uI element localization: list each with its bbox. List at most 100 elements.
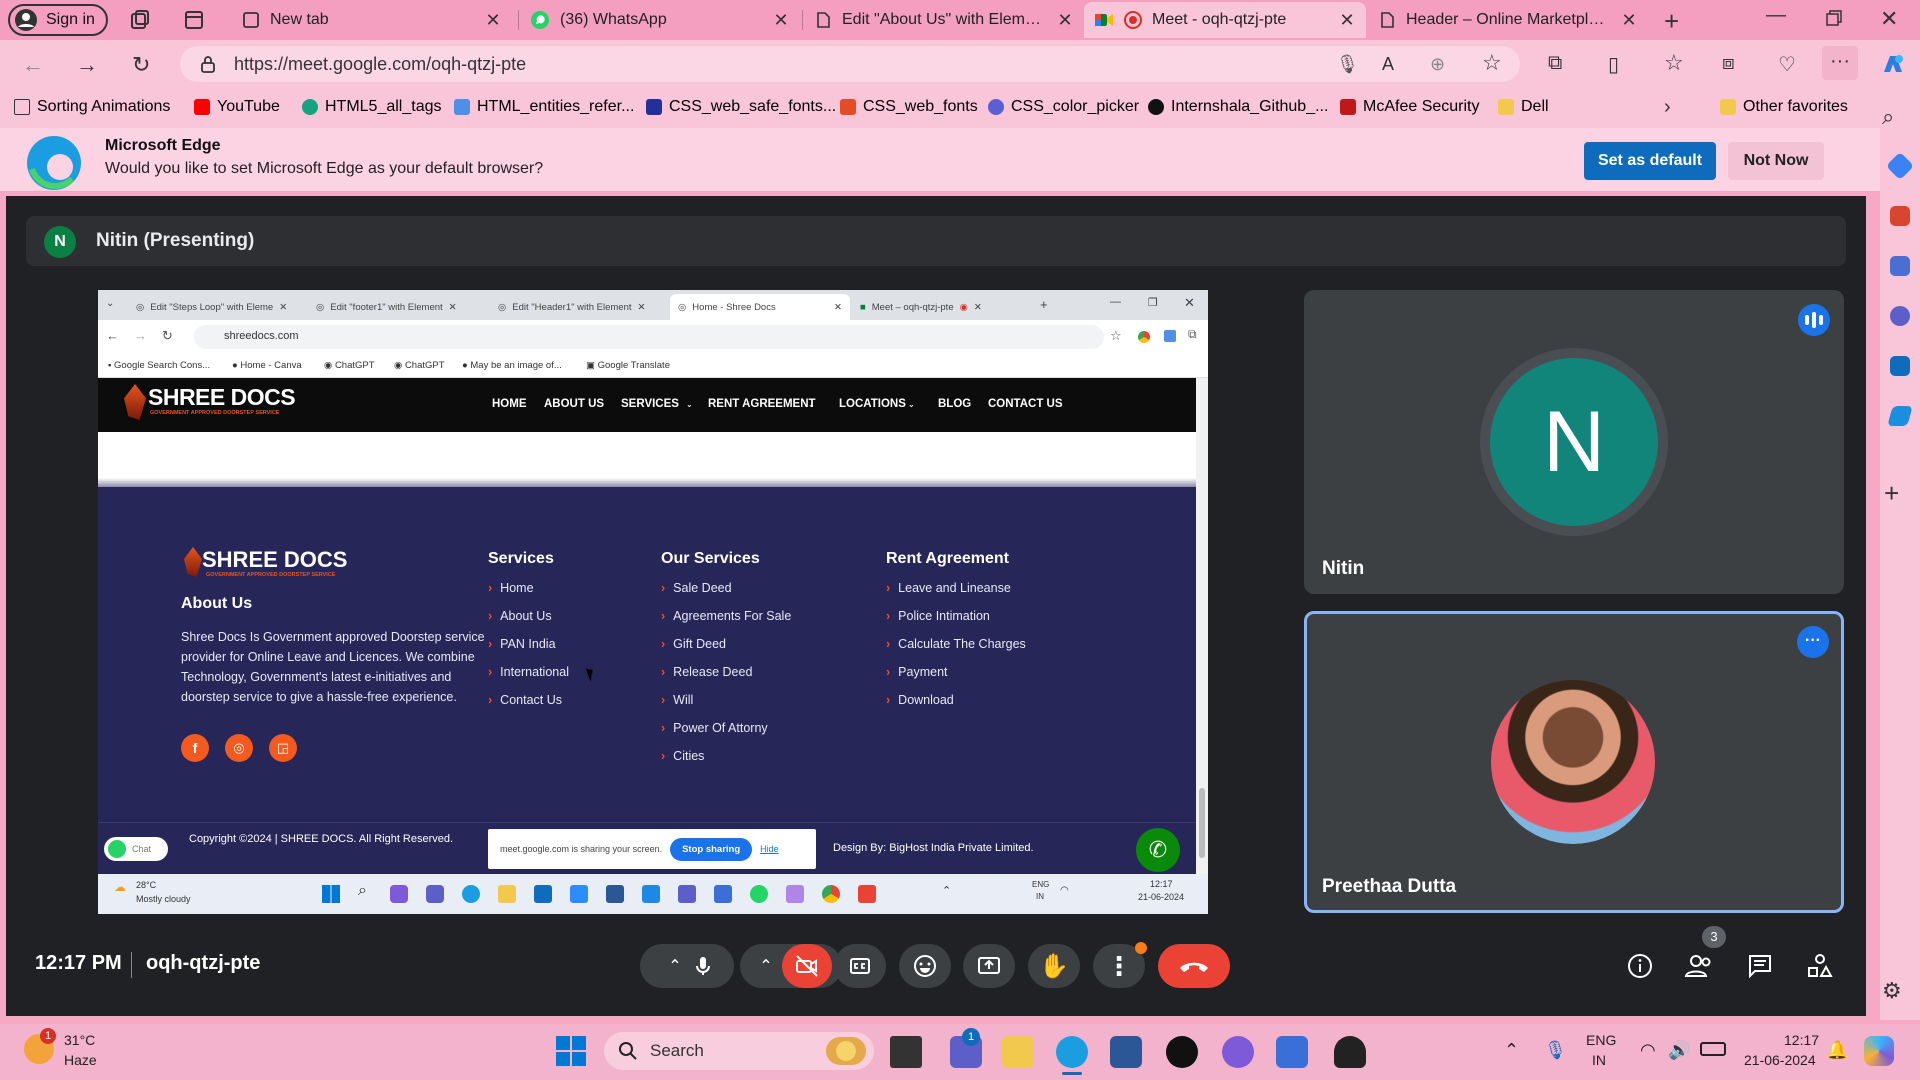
back-arrow-icon[interactable]: ←: [22, 52, 44, 78]
tab-new-tab[interactable]: New tab ✕: [232, 2, 512, 38]
meeting-info-icon[interactable]: [1626, 952, 1654, 980]
github-icon: [1148, 99, 1164, 115]
footer-link: Police Intimation: [886, 609, 990, 623]
favorite-css-color-picker[interactable]: CSS_color_picker: [988, 98, 1139, 116]
file-explorer-icon[interactable]: [1002, 1036, 1034, 1068]
favorite-css-safe-fonts[interactable]: CSS_web_safe_fonts...: [646, 98, 836, 116]
people-icon[interactable]: [1684, 952, 1714, 980]
not-now-button[interactable]: Not Now: [1728, 142, 1824, 180]
battery-icon[interactable]: [1700, 1042, 1726, 1056]
lock-icon: [200, 55, 216, 73]
copilot-taskbar-icon[interactable]: [1222, 1036, 1254, 1068]
clock-time[interactable]: 12:17: [1784, 1032, 1819, 1048]
more-options-icon[interactable]: ···: [1797, 626, 1829, 658]
other-favorites[interactable]: Other favorites: [1720, 98, 1848, 116]
sidebar-outlook-icon[interactable]: [1890, 356, 1910, 376]
favorite-youtube[interactable]: YouTube: [194, 98, 280, 116]
camera-off-icon[interactable]: [782, 944, 832, 988]
present-button[interactable]: [963, 944, 1015, 988]
forward-arrow-icon[interactable]: →: [76, 52, 98, 78]
read-aloud-icon[interactable]: A: [1382, 54, 1394, 75]
set-as-default-button[interactable]: Set as default: [1584, 142, 1716, 180]
new-tab-plus-icon[interactable]: +: [1664, 6, 1679, 37]
app-available-icon[interactable]: ⊕: [1430, 54, 1445, 75]
tab-elementor[interactable]: Edit "About Us" with Elementor ✕: [804, 2, 1084, 38]
windows-start-icon[interactable]: [556, 1036, 586, 1066]
restore-icon[interactable]: [1826, 10, 1842, 26]
chevron-down-icon: ⌄: [686, 400, 693, 409]
microphone-tray-icon[interactable]: 🎙: [1544, 1040, 1567, 1061]
calculator-taskbar-icon[interactable]: [1276, 1036, 1308, 1068]
favorite-mcafee[interactable]: McAfee Security: [1340, 98, 1479, 116]
favorite-sorting-animations[interactable]: Sorting Animations: [14, 98, 170, 116]
chrome-extension-icon: [1138, 331, 1150, 343]
favorite-html5-tags[interactable]: HTML5_all_tags: [302, 98, 442, 116]
wifi-icon[interactable]: ◠: [1640, 1040, 1656, 1061]
sidebar-add-icon[interactable]: +: [1884, 478, 1899, 509]
url-bar[interactable]: https://meet.google.com/oqh-qtzj-pte: [180, 46, 1520, 82]
close-icon[interactable]: ✕: [1056, 10, 1074, 31]
copilot-tray-icon[interactable]: [1864, 1036, 1894, 1066]
task-view-icon[interactable]: [890, 1036, 922, 1068]
sidebar-games-icon[interactable]: [1890, 256, 1910, 276]
shared-tab: ■ Meet – oqh-qtzj-pte ◉ ✕: [860, 301, 982, 313]
close-icon[interactable]: ✕: [1338, 10, 1356, 31]
edge-taskbar-icon[interactable]: [1056, 1036, 1088, 1068]
favorites-icon[interactable]: ☆: [1664, 50, 1684, 76]
close-icon[interactable]: ✕: [484, 10, 502, 31]
raise-hand-button[interactable]: ✋: [1028, 944, 1080, 988]
chevron-up-icon[interactable]: ⌃: [750, 956, 782, 976]
tab-title: (36) WhatsApp: [560, 11, 667, 28]
favorite-folder-dell[interactable]: Dell: [1498, 98, 1549, 116]
alien-app-icon[interactable]: [1334, 1036, 1366, 1068]
chevron-right-icon[interactable]: ›: [1664, 96, 1671, 119]
minimize-icon[interactable]: —: [1766, 4, 1786, 27]
taskbar-search[interactable]: Search: [604, 1032, 874, 1070]
tab-header-marketplace[interactable]: Header – Online Marketplace ✕: [1368, 2, 1648, 38]
close-icon[interactable]: ✕: [1620, 10, 1638, 31]
microphone-icon[interactable]: [691, 954, 715, 978]
clock-date[interactable]: 21-06-2024: [1744, 1052, 1816, 1068]
dell-icon[interactable]: [1166, 1036, 1198, 1068]
tab-meet[interactable]: Meet - oqh-qtzj-pte ✕: [1084, 2, 1366, 38]
lang-label[interactable]: ENG: [1586, 1032, 1616, 1048]
region-label[interactable]: IN: [1592, 1052, 1606, 1068]
sign-in-button[interactable]: Sign in: [8, 4, 108, 36]
browser-essentials-icon[interactable]: ♡: [1778, 52, 1796, 77]
split-screen-icon[interactable]: ▯: [1608, 52, 1619, 77]
sidebar-search-icon[interactable]: ⌕: [1882, 104, 1894, 130]
extensions-icon[interactable]: ⧉: [1548, 52, 1562, 75]
chevron-up-icon[interactable]: ⌃: [659, 956, 691, 976]
favorite-internshala-github[interactable]: Internshala_Github_...: [1148, 98, 1328, 116]
sidebar-settings-gear-icon[interactable]: ⚙: [1882, 978, 1902, 1004]
leave-call-button[interactable]: [1158, 944, 1230, 988]
recording-icon: [1124, 11, 1142, 29]
reactions-button[interactable]: [899, 944, 951, 988]
settings-more-icon[interactable]: ···: [1822, 46, 1858, 80]
tab-title: Meet - oqh-qtzj-pte: [1152, 11, 1287, 28]
weather-badge: 1: [40, 1028, 56, 1044]
favorite-star-icon[interactable]: ☆: [1482, 50, 1502, 76]
tab-whatsapp[interactable]: (36) WhatsApp ✕: [520, 2, 800, 38]
collections-icon[interactable]: [130, 10, 150, 30]
favorite-html-entities[interactable]: HTML_entities_refer...: [454, 98, 634, 116]
captions-button[interactable]: [834, 944, 886, 988]
site-icon: [646, 99, 662, 115]
notification-bell-icon[interactable]: 🔔: [1826, 1040, 1848, 1061]
window-close-icon[interactable]: ✕: [1880, 6, 1898, 32]
chat-icon[interactable]: [1746, 952, 1774, 980]
microphone-icon[interactable]: 🎙: [1336, 54, 1359, 75]
close-icon[interactable]: ✕: [772, 10, 790, 31]
copilot-icon[interactable]: [1880, 52, 1906, 78]
refresh-icon[interactable]: ↻: [132, 52, 150, 78]
chevron-up-icon[interactable]: ⌃: [1504, 1040, 1519, 1061]
sidebar-tools-icon[interactable]: [1890, 206, 1910, 226]
tab-actions-icon[interactable]: [184, 10, 204, 30]
volume-icon[interactable]: 🔊: [1668, 1040, 1690, 1061]
favorite-css-web-fonts[interactable]: CSS_web_fonts: [840, 98, 978, 116]
sidebar-copilot-icon[interactable]: [1890, 306, 1910, 326]
microsoft-store-icon[interactable]: [1110, 1036, 1142, 1068]
search-icon: ⌕: [358, 882, 367, 899]
activities-icon[interactable]: [1806, 952, 1834, 980]
collections-toolbar-icon[interactable]: ⧈: [1722, 52, 1735, 75]
